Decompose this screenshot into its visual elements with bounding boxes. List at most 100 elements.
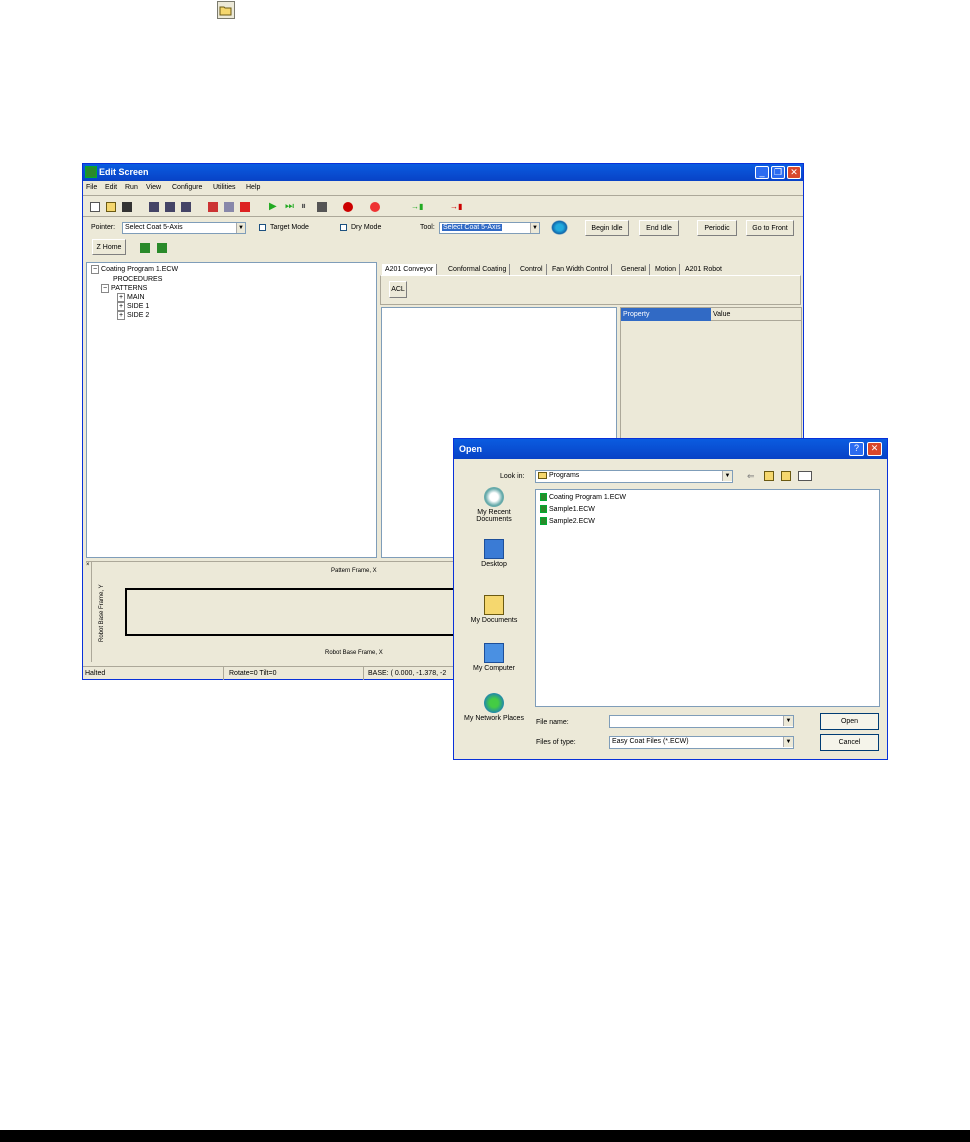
open-file-icon[interactable]: [106, 202, 116, 212]
help-button[interactable]: ?: [849, 442, 864, 456]
chevron-down-icon[interactable]: ▼: [236, 223, 245, 233]
menu-bar: File Edit Run View Configure Utilities H…: [83, 182, 803, 194]
emergency-stop-icon[interactable]: [370, 202, 380, 212]
tab-motion[interactable]: Motion: [652, 264, 681, 275]
cut-icon[interactable]: [208, 202, 218, 212]
status-divider: [223, 667, 224, 680]
acl-button[interactable]: ACL: [389, 281, 407, 298]
plot-frame[interactable]: [125, 588, 465, 636]
new-folder-icon[interactable]: [781, 471, 791, 481]
record-icon[interactable]: [343, 202, 353, 212]
target-mode-label: Target Mode: [270, 224, 309, 231]
file-name: Sample2.ECW: [549, 517, 595, 525]
tree-main[interactable]: + MAIN: [117, 293, 145, 302]
menu-file[interactable]: File: [86, 184, 97, 191]
value-header: Value: [711, 308, 801, 321]
file-name-label: File name:: [536, 719, 569, 726]
tree-root[interactable]: − Coating Program 1.ECW: [91, 265, 178, 274]
place-desktop[interactable]: Desktop: [459, 539, 529, 568]
status-divider: [363, 667, 364, 680]
my-computer-icon: [484, 643, 504, 663]
menu-utilities[interactable]: Utilities: [213, 184, 236, 191]
periodic-button[interactable]: Periodic: [697, 220, 737, 236]
chevron-down-icon[interactable]: ▼: [722, 471, 732, 481]
list-item[interactable]: Sample1.ECW: [540, 505, 595, 513]
open-folder-icon[interactable]: [217, 1, 235, 19]
robot-position-icon[interactable]: [551, 220, 568, 235]
tab-panel: ACL: [380, 275, 801, 305]
place-network-label: My Network Places: [464, 715, 524, 722]
find-icon[interactable]: [149, 202, 159, 212]
cancel-button[interactable]: Cancel: [820, 734, 879, 751]
look-in-label: Look in:: [500, 473, 525, 480]
dialog-close-button[interactable]: ✕: [867, 442, 882, 456]
menu-run[interactable]: Run: [125, 184, 138, 191]
tab-a201-conveyor[interactable]: A201 Conveyor: [382, 264, 438, 275]
tree-procedures[interactable]: PROCEDURES: [113, 276, 162, 283]
place-network[interactable]: My Network Places: [459, 693, 529, 722]
place-desktop-label: Desktop: [481, 561, 507, 568]
app-icon: [85, 166, 97, 178]
end-idle-button[interactable]: End Idle: [639, 220, 679, 236]
back-icon[interactable]: ⇐: [747, 471, 755, 482]
look-in-select[interactable]: Programs ▼: [535, 470, 733, 483]
restore-button[interactable]: ❐: [771, 166, 785, 179]
find-next-icon[interactable]: [165, 202, 175, 212]
property-header: Property: [621, 308, 711, 321]
run-icon[interactable]: ▶: [269, 202, 279, 212]
pointer-select[interactable]: Select Coat 5-Axis ▼: [122, 222, 246, 234]
list-item[interactable]: Coating Program 1.ECW: [540, 493, 626, 501]
target-mode-checkbox[interactable]: [259, 224, 266, 231]
dry-mode-checkbox[interactable]: [340, 224, 347, 231]
stop-icon[interactable]: [317, 202, 327, 212]
chevron-down-icon[interactable]: ▼: [783, 716, 793, 726]
folder-icon: [538, 471, 547, 479]
open-button[interactable]: Open: [820, 713, 879, 730]
pause-icon[interactable]: ⏸: [301, 202, 311, 212]
menu-configure[interactable]: Configure: [172, 184, 202, 191]
tree-side1[interactable]: + SIDE 1: [117, 302, 149, 311]
step-icon[interactable]: ⏭: [285, 202, 295, 212]
close-button[interactable]: ✕: [787, 166, 801, 179]
minimize-button[interactable]: _: [755, 166, 769, 179]
tab-general[interactable]: General: [618, 264, 650, 275]
look-in-value: Programs: [548, 472, 580, 479]
new-file-icon[interactable]: [90, 202, 100, 212]
go-to-front-button[interactable]: Go to Front: [746, 220, 794, 236]
view-menu-icon[interactable]: [798, 471, 812, 481]
place-recent[interactable]: My Recent Documents: [459, 487, 529, 523]
save-icon[interactable]: [122, 202, 132, 212]
tab-a201-robot[interactable]: A201 Robot: [682, 264, 725, 275]
list-item[interactable]: Sample2.ECW: [540, 517, 595, 525]
align-icon[interactable]: [140, 243, 150, 253]
tab-conformal-coating[interactable]: Conformal Coating: [445, 264, 511, 275]
begin-idle-button[interactable]: Begin Idle: [585, 220, 629, 236]
menu-view[interactable]: View: [146, 184, 161, 191]
edit-screen-titlebar: Edit Screen _ ❐ ✕: [83, 164, 803, 181]
chevron-down-icon[interactable]: ▼: [783, 737, 793, 747]
ecw-file-icon: [540, 505, 547, 513]
files-of-type-select[interactable]: Easy Coat Files (*.ECW) ▼: [609, 736, 794, 749]
file-name-input[interactable]: ▼: [609, 715, 794, 728]
menu-edit[interactable]: Edit: [105, 184, 117, 191]
copy-icon[interactable]: [224, 202, 234, 212]
z-home-button[interactable]: Z Home: [92, 239, 126, 255]
conveyor-in-icon[interactable]: →▮: [411, 202, 423, 212]
conveyor-out-icon[interactable]: →▮: [450, 202, 462, 212]
place-my-computer[interactable]: My Computer: [459, 643, 529, 672]
chevron-down-icon[interactable]: ▼: [530, 223, 539, 233]
tree-side2[interactable]: + SIDE 2: [117, 311, 149, 320]
delete-icon[interactable]: [240, 202, 250, 212]
move-to-icon[interactable]: [157, 243, 167, 253]
plot-collapse-icon[interactable]: ×: [86, 562, 92, 662]
tree-patterns[interactable]: − PATTERNS: [101, 284, 147, 293]
up-folder-icon[interactable]: [764, 471, 774, 481]
tab-fan-width-control[interactable]: Fan Width Control: [549, 264, 613, 275]
file-list[interactable]: Coating Program 1.ECW Sample1.ECW Sample…: [535, 489, 880, 707]
menu-help[interactable]: Help: [246, 184, 260, 191]
replace-icon[interactable]: [181, 202, 191, 212]
place-my-documents[interactable]: My Documents: [459, 595, 529, 624]
tab-control[interactable]: Control: [517, 264, 547, 275]
files-of-type-value: Easy Coat Files (*.ECW): [612, 738, 689, 745]
tool-select[interactable]: Select Coat 5-Axis ▼: [439, 222, 540, 234]
